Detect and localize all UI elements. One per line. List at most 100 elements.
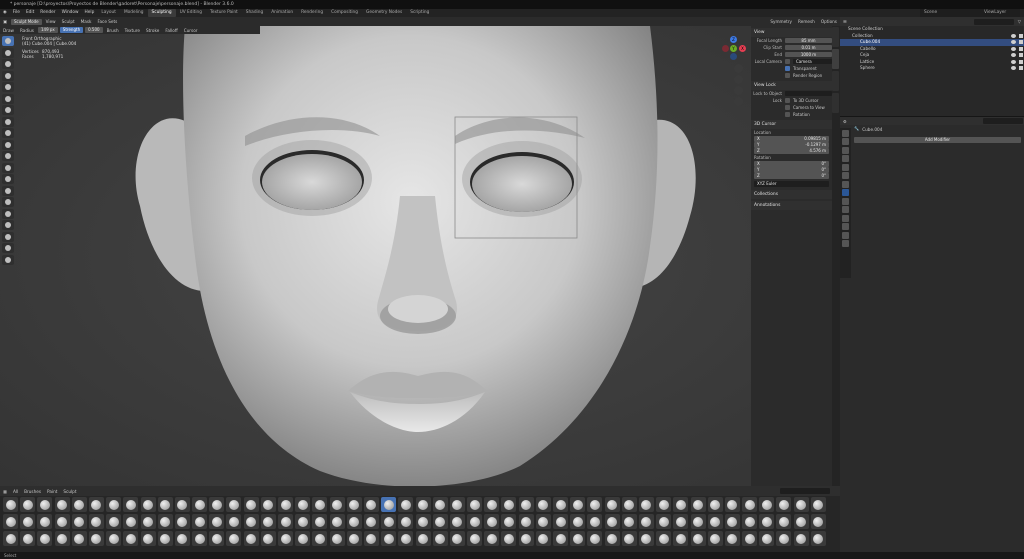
annotations-header[interactable]: Annotations bbox=[751, 200, 832, 210]
brush-thumbnail[interactable] bbox=[604, 497, 620, 512]
brush-thumbnail[interactable] bbox=[415, 531, 431, 546]
tool-snake-hook-icon[interactable] bbox=[2, 197, 14, 207]
outliner-editor-icon[interactable]: ☰ bbox=[840, 17, 850, 26]
asset-tab-brushes[interactable]: Brushes bbox=[21, 487, 44, 496]
brush-thumbnail[interactable] bbox=[54, 514, 70, 529]
brush-thumbnail[interactable] bbox=[518, 514, 534, 529]
brush-thumbnail[interactable] bbox=[363, 497, 379, 512]
zoom-icon[interactable] bbox=[734, 64, 743, 73]
brush-thumbnail[interactable] bbox=[638, 497, 654, 512]
brush-thumbnail[interactable] bbox=[467, 531, 483, 546]
brush-thumbnail[interactable] bbox=[346, 497, 362, 512]
material-tab-icon[interactable] bbox=[842, 231, 849, 239]
remesh-dropdown[interactable]: Remesh bbox=[795, 17, 818, 26]
view-panel-header[interactable]: View bbox=[751, 28, 832, 37]
brush-thumbnail[interactable] bbox=[260, 514, 276, 529]
camera-icon[interactable] bbox=[1019, 46, 1023, 51]
navigation-gizmo[interactable]: Z X Y bbox=[722, 36, 746, 60]
brush-thumbnail[interactable] bbox=[518, 531, 534, 546]
data-tab-icon[interactable] bbox=[842, 223, 849, 230]
brush-thumbnail[interactable] bbox=[209, 514, 225, 529]
camera-view-icon[interactable] bbox=[734, 86, 743, 95]
tool-clay-strips-icon[interactable] bbox=[2, 70, 14, 81]
focal-length-field[interactable]: 85 mm bbox=[785, 37, 832, 44]
menu-sculpt[interactable]: Sculpt bbox=[59, 17, 78, 26]
symmetry-dropdown[interactable]: Symmetry bbox=[767, 17, 795, 26]
brush-thumbnail[interactable] bbox=[363, 514, 379, 529]
brush-thumbnail[interactable] bbox=[278, 497, 293, 512]
brush-thumbnail[interactable] bbox=[346, 531, 362, 546]
tool-rotate-icon[interactable] bbox=[2, 243, 14, 253]
brush-thumbnail[interactable] bbox=[192, 497, 208, 512]
brush-thumbnail[interactable] bbox=[37, 531, 53, 546]
menu-file[interactable]: File bbox=[10, 9, 23, 17]
brush-thumbnail[interactable] bbox=[467, 497, 483, 512]
texture-tab-icon[interactable] bbox=[842, 240, 849, 247]
brush-thumbnail[interactable] bbox=[54, 497, 70, 512]
brush-thumbnail[interactable] bbox=[140, 514, 156, 529]
tool-mask-icon[interactable] bbox=[2, 208, 14, 219]
brush-thumbnail[interactable] bbox=[329, 531, 345, 546]
clip-start-field[interactable]: 0.01 m bbox=[785, 44, 832, 51]
brush-thumbnail[interactable] bbox=[587, 531, 603, 546]
brush-thumbnail[interactable] bbox=[501, 497, 517, 512]
texture-dropdown[interactable]: Texture bbox=[122, 26, 143, 35]
brush-thumbnail[interactable] bbox=[174, 514, 190, 529]
brush-thumbnail[interactable] bbox=[501, 531, 517, 546]
brush-thumbnail[interactable] bbox=[295, 531, 311, 546]
menu-view[interactable]: View bbox=[43, 17, 59, 26]
brush-thumbnail[interactable] bbox=[346, 514, 362, 529]
tab-texture-paint[interactable]: Texture Paint bbox=[206, 9, 242, 17]
brush-thumbnail[interactable] bbox=[535, 514, 551, 529]
brush-thumbnail[interactable] bbox=[71, 531, 87, 546]
scene-tab-icon[interactable] bbox=[842, 163, 849, 171]
brush-thumbnail[interactable] bbox=[243, 514, 259, 529]
brush-thumbnail[interactable] bbox=[329, 514, 345, 529]
gizmo-y-axis[interactable]: Y bbox=[730, 45, 737, 52]
brush-thumbnail[interactable] bbox=[638, 514, 654, 529]
brush-thumbnail[interactable] bbox=[88, 531, 104, 546]
brush-thumbnail[interactable] bbox=[656, 514, 672, 529]
brush-thumbnail[interactable] bbox=[638, 531, 654, 546]
brush-thumbnail[interactable] bbox=[553, 514, 568, 529]
grid-ortho-icon[interactable] bbox=[734, 97, 743, 106]
brush-thumbnail[interactable] bbox=[260, 497, 276, 512]
strength-field[interactable]: 0.500 bbox=[85, 27, 103, 33]
brush-thumbnail[interactable] bbox=[260, 531, 276, 546]
menu-mask[interactable]: Mask bbox=[78, 17, 95, 26]
render-region-checkbox[interactable] bbox=[785, 73, 790, 78]
brush-thumbnail[interactable] bbox=[415, 514, 431, 529]
constraints-tab-icon[interactable] bbox=[842, 214, 849, 222]
brush-thumbnail[interactable] bbox=[484, 514, 500, 529]
brush-thumbnail[interactable] bbox=[432, 531, 448, 546]
camera-to-view-checkbox[interactable] bbox=[785, 105, 790, 110]
tab-geometry-nodes[interactable]: Geometry Nodes bbox=[362, 9, 406, 17]
brush-thumbnail[interactable] bbox=[467, 514, 483, 529]
brush-thumbnail[interactable] bbox=[570, 497, 586, 512]
radius-field[interactable]: 149 px bbox=[37, 27, 58, 33]
asset-search[interactable] bbox=[780, 488, 830, 494]
brush-thumbnail[interactable] bbox=[553, 531, 568, 546]
brush-thumbnail[interactable] bbox=[673, 531, 689, 546]
brush-thumbnail[interactable] bbox=[192, 531, 208, 546]
stroke-dropdown[interactable]: Stroke bbox=[143, 26, 162, 35]
pan-hand-icon[interactable] bbox=[734, 75, 743, 84]
brush-thumbnail[interactable] bbox=[398, 514, 414, 529]
brush-thumbnail[interactable] bbox=[140, 531, 156, 546]
tool-smooth-icon[interactable] bbox=[2, 128, 14, 138]
tool-annotate-icon[interactable] bbox=[2, 254, 14, 265]
properties-search[interactable] bbox=[983, 118, 1023, 124]
collections-header[interactable]: Collections bbox=[751, 189, 832, 199]
rotation-x-field[interactable]: X 0° bbox=[754, 161, 829, 167]
camera-icon[interactable] bbox=[1019, 33, 1023, 38]
particles-tab-icon[interactable] bbox=[842, 197, 849, 205]
eye-icon[interactable] bbox=[1011, 40, 1016, 44]
outliner-item[interactable]: Sphere bbox=[840, 65, 1024, 72]
tab-shading[interactable]: Shading bbox=[242, 9, 267, 17]
scene-selector[interactable]: Scene bbox=[920, 9, 980, 17]
brush-thumbnail[interactable] bbox=[535, 531, 551, 546]
brush-thumbnail[interactable] bbox=[243, 497, 259, 512]
brush-thumbnail[interactable] bbox=[226, 531, 242, 546]
camera-icon[interactable] bbox=[1019, 66, 1023, 70]
brush-thumbnail[interactable] bbox=[604, 514, 620, 529]
